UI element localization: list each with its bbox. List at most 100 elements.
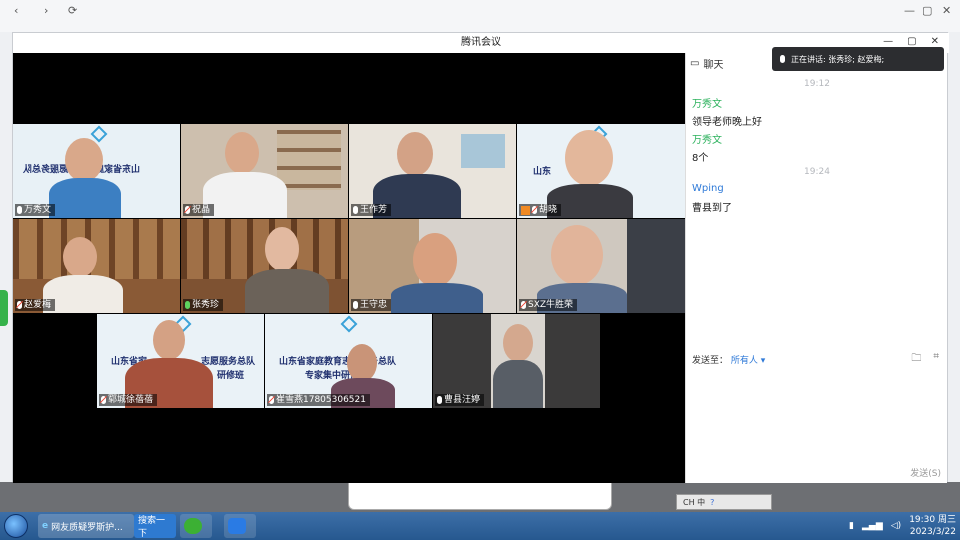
banner-text: 研修班	[217, 371, 245, 381]
window-frame	[627, 219, 685, 313]
participant-name: 赵爱梅	[15, 299, 56, 311]
person-face	[65, 138, 103, 182]
person-face	[551, 225, 603, 285]
meeting-icon	[228, 518, 246, 534]
taskbar: e 网友质疑罗斯护... 搜索一下 ▮ ▂▄▆ ◁) 19:30 周三 2023…	[0, 512, 960, 540]
window-controls: — ▢ ✕	[883, 36, 939, 47]
participant-name: 祝晶	[183, 204, 215, 216]
maximize-icon[interactable]: ▢	[907, 36, 916, 47]
video-tile-3[interactable]: 王作芳	[349, 124, 516, 218]
meeting-window: 腾讯会议 — ▢ ✕ 山东省家庭教育志愿服务总队 万秀文 祝晶 王作芳	[12, 32, 949, 483]
start-button[interactable]	[4, 514, 28, 538]
person-body	[203, 172, 287, 218]
participant-name: 王作芳	[351, 204, 392, 216]
file-icon[interactable]: 🗀	[911, 351, 921, 368]
clock[interactable]: 19:30 周三 2023/3/22	[909, 514, 956, 538]
video-tile-4[interactable]: 山东 胡晓	[517, 124, 685, 218]
participant-name: 胡晓	[519, 204, 562, 216]
person-face	[413, 233, 457, 287]
back-icon[interactable]: ‹	[14, 4, 18, 17]
minimize-icon[interactable]: —	[883, 36, 893, 47]
video-tile-6[interactable]: 张秀珍	[181, 219, 348, 313]
message-text: 8个	[692, 153, 709, 164]
chevron-down-icon[interactable]: ▾	[761, 356, 766, 366]
video-tile-7[interactable]: 王守忠	[349, 219, 516, 313]
taskbar-item-browser[interactable]: e 网友质疑罗斯护...	[38, 514, 134, 538]
send-to-label: 发送至：	[692, 356, 729, 366]
signal-icon[interactable]: ▂▄▆	[862, 521, 883, 531]
mic-icon	[780, 55, 785, 63]
system-tray: ▮ ▂▄▆ ◁) 19:30 周三 2023/3/22	[849, 514, 956, 538]
refresh-icon[interactable]: ⟳	[68, 4, 77, 17]
taskbar-item-wechat[interactable]	[180, 514, 212, 538]
wechat-icon	[184, 518, 202, 534]
forward-icon[interactable]: ›	[44, 4, 48, 17]
volume-icon[interactable]: ◁)	[891, 521, 901, 531]
banner-text: 山东	[533, 167, 552, 177]
video-tile-2[interactable]: 祝晶	[181, 124, 348, 218]
message-sender: 万秀文	[692, 135, 722, 146]
ie-icon: e	[42, 521, 49, 531]
close-icon[interactable]: ✕	[931, 36, 939, 47]
participant-name: 王守忠	[351, 299, 392, 311]
message-text: 曹县到了	[692, 203, 732, 214]
network-icon[interactable]: ▮	[849, 521, 854, 531]
screenshot-icon[interactable]: ⌗	[933, 351, 939, 368]
chat-tab[interactable]: 聊天	[703, 56, 723, 71]
mic-icon	[353, 301, 358, 309]
send-to-row: 发送至： 所有人 ▾	[692, 353, 765, 366]
side-tab-handle[interactable]	[0, 290, 8, 326]
participant-name: 万秀文	[15, 204, 56, 216]
video-tile-10[interactable]: 山东省家庭教育志愿服务总队 专家集中研修班 崔雪燕17805306521	[265, 314, 432, 408]
mic-icon	[437, 396, 442, 404]
message-sender: 万秀文	[692, 99, 722, 110]
participant-name: 张秀珍	[183, 299, 224, 311]
minimize-icon[interactable]: —	[904, 4, 915, 17]
speaking-text: 正在讲话: 张秀珍; 赵爱梅;	[791, 54, 885, 64]
person-face	[347, 344, 377, 382]
message-sender: Wping	[692, 183, 724, 194]
chat-icon: ▭	[690, 57, 700, 69]
close-icon[interactable]: ✕	[942, 4, 951, 17]
person-face	[503, 324, 533, 362]
host-icon	[521, 205, 530, 215]
video-tile-5[interactable]: 赵爱梅	[13, 219, 180, 313]
bookshelf	[13, 219, 180, 279]
banner-text: 山东省家庭教育志愿服务总队	[279, 357, 397, 367]
restore-icon[interactable]: ▢	[922, 4, 932, 17]
video-tile-9[interactable]: 山东省家 志愿服务总队 研修班 郓城徐蓓蓓	[97, 314, 264, 408]
video-tile-1[interactable]: 山东省家庭教育志愿服务总队 万秀文	[13, 124, 180, 218]
mic-muted-icon	[532, 206, 537, 214]
send-to-dropdown[interactable]: 所有人	[731, 356, 758, 366]
speaking-indicator: 正在讲话: 张秀珍; 赵爱梅;	[772, 47, 944, 71]
background-browser-bar: ‹ › ⟳ — ▢ ✕	[0, 0, 960, 32]
mic-muted-icon	[269, 396, 274, 404]
person-face	[63, 237, 97, 277]
video-tile-11[interactable]: 曹县汪婷	[433, 314, 600, 408]
mic-icon	[353, 206, 358, 214]
person-body	[493, 360, 543, 408]
taskbar-item-meeting[interactable]	[224, 514, 256, 538]
mic-icon	[17, 206, 22, 214]
person-face	[265, 227, 299, 271]
video-tile-8[interactable]: SXZ牛胜荣	[517, 219, 685, 313]
banner-text: 志愿服务总队	[201, 357, 256, 367]
help-icon[interactable]: ?	[710, 498, 714, 507]
person-face	[153, 320, 185, 360]
person-face	[565, 130, 613, 186]
person-body	[49, 178, 121, 218]
person-body	[391, 283, 483, 313]
send-button[interactable]: 发送(S)	[910, 466, 941, 479]
logo-icon	[340, 315, 358, 333]
mic-muted-icon	[101, 396, 106, 404]
message-time: 19:24	[804, 167, 830, 177]
message-text: 领导老师晚上好	[692, 117, 762, 128]
chat-tools: 🗀 ⌗	[911, 351, 939, 368]
chat-panel: ▭ 聊天 正在讲话: 张秀珍; 赵爱梅; 19:12 万秀文 领导老师晚上好 万…	[685, 47, 947, 483]
person-face	[397, 132, 433, 176]
ime-toolbar[interactable]: CH 中 ?	[676, 494, 772, 510]
participant-name: 曹县汪婷	[435, 394, 485, 406]
participant-name: 郓城徐蓓蓓	[99, 394, 158, 406]
background-tab	[348, 482, 612, 510]
taskbar-search-button[interactable]: 搜索一下	[134, 514, 176, 539]
